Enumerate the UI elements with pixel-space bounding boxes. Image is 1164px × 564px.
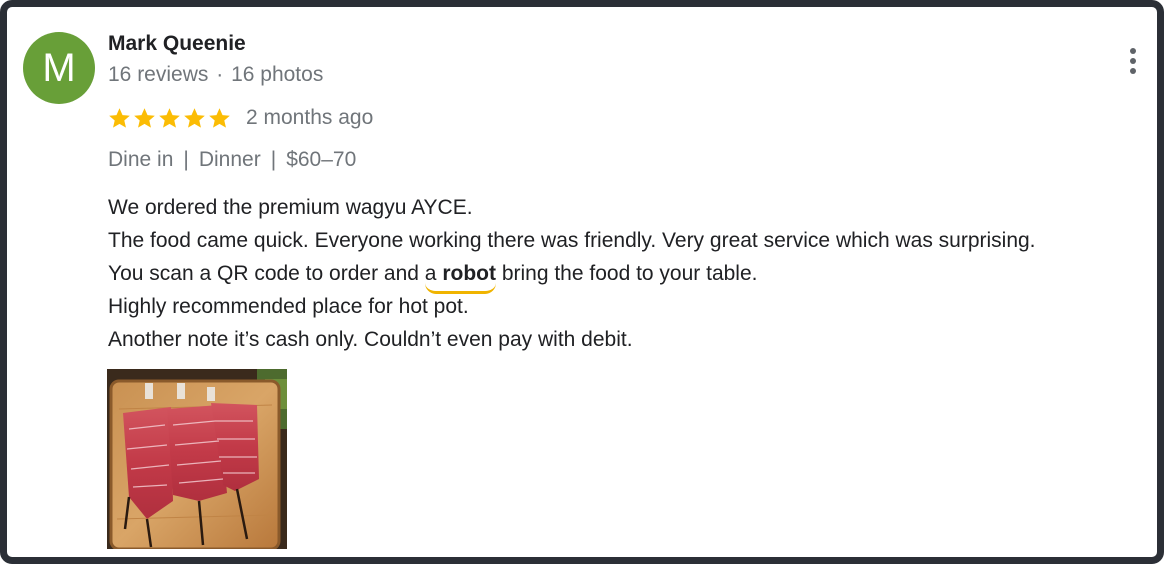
meta-separator: · — [216, 63, 224, 86]
highlighted-keyword[interactable]: a robot — [424, 257, 496, 294]
reviewer-meta: 16 reviews · 16 photos — [108, 63, 323, 87]
review-text: We ordered the premium wagyu AYCE. The f… — [108, 191, 1036, 356]
avatar[interactable]: M — [23, 32, 95, 104]
review-card: M Mark Queenie 16 reviews · 16 photos 2 … — [0, 0, 1164, 564]
reviews-count: 16 reviews — [108, 63, 209, 86]
review-line: Another note it’s cash only. Couldn’t ev… — [108, 328, 633, 351]
review-line-text: bring the food to your table. — [501, 262, 758, 285]
meal-type: Dinner — [198, 148, 261, 171]
price-range: $60–70 — [286, 148, 357, 171]
review-line: We ordered the premium wagyu AYCE. — [108, 196, 473, 219]
keyword-word: robot — [442, 262, 496, 285]
reviewer-name[interactable]: Mark Queenie — [108, 32, 246, 56]
review-date: 2 months ago — [246, 106, 374, 129]
review-line: You scan a QR code to order and a robot … — [108, 257, 1036, 294]
more-vert-icon-dot-middle — [1130, 58, 1136, 64]
keyword-underline — [424, 283, 496, 294]
wagyu-beef-photo — [107, 369, 287, 549]
service-type: Dine in — [108, 148, 174, 171]
visit-details: Dine in | Dinner | $60–70 — [108, 148, 356, 172]
star-icon — [134, 107, 155, 128]
more-vert-icon-dot-top — [1130, 48, 1136, 54]
star-icon — [209, 107, 230, 128]
star-rating — [107, 106, 232, 131]
review-line: The food came quick. Everyone working th… — [108, 229, 1036, 252]
review-line-text: You scan a QR code to order and — [108, 262, 419, 285]
details-separator: | — [183, 148, 189, 171]
star-icon — [159, 107, 180, 128]
more-options-button[interactable] — [1121, 45, 1145, 77]
photos-count: 16 photos — [231, 63, 324, 86]
star-icon — [109, 107, 130, 128]
review-photo[interactable] — [107, 369, 287, 549]
rating-row: 2 months ago — [107, 103, 373, 133]
more-vert-icon-dot-bottom — [1130, 68, 1136, 74]
keyword-article: a — [424, 262, 437, 285]
star-icon — [184, 107, 205, 128]
details-separator: | — [270, 148, 277, 171]
review-line: Highly recommended place for hot pot. — [108, 295, 469, 318]
